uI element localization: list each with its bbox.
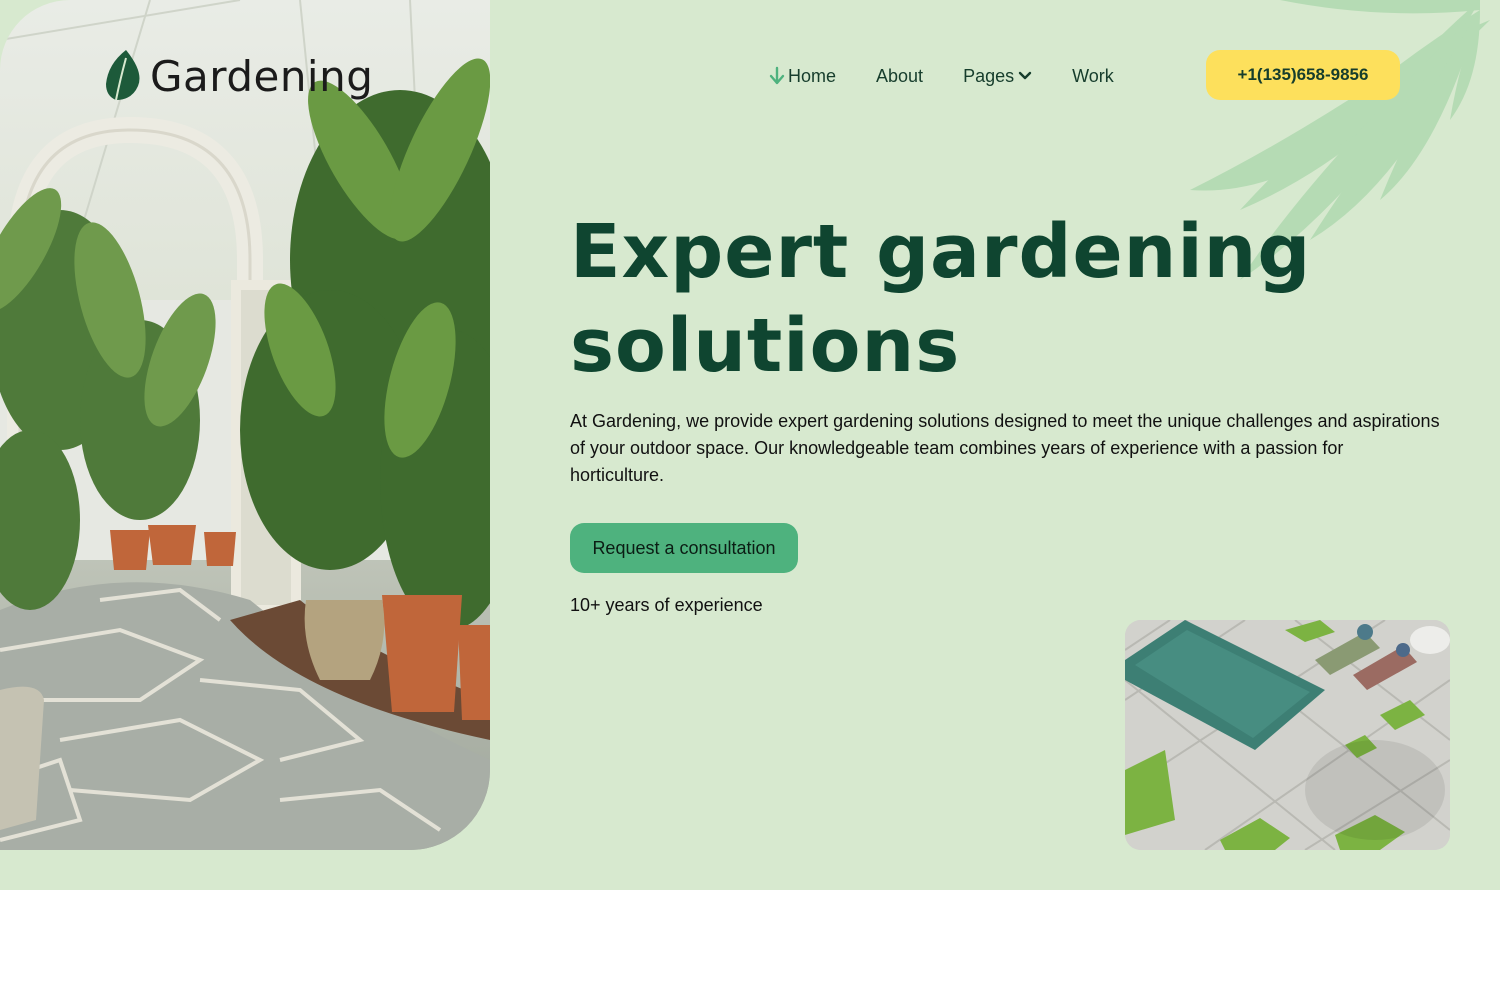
arrow-down-icon [768,66,786,86]
experience-text: 10+ years of experience [570,595,763,615]
nav-label: Work [1072,65,1114,86]
main-nav: Home About Pages Work [768,62,1154,90]
nav-item-work[interactable]: Work [1072,62,1114,90]
nav-label: About [876,65,924,86]
brand-logo[interactable]: Gardening [104,48,373,104]
headline-line-2: solutions [570,303,961,389]
chevron-down-icon [1018,71,1032,81]
hero-description: At Gardening, we provide expert gardenin… [570,411,1440,485]
nav-item-home[interactable]: Home [768,62,836,90]
nav-item-pages[interactable]: Pages [963,62,1032,90]
brand-name: Gardening [150,51,374,101]
nav-label: Pages [963,65,1015,86]
leaf-icon [106,50,140,101]
pool-image [1125,620,1450,850]
request-consultation-button[interactable]: Request a consultation [570,523,798,573]
greenhouse-image [0,0,490,850]
headline-line-1: Expert gardening [570,209,1312,295]
hero-section: Gardening Home About Pages Work +1(135)6… [0,0,1500,890]
nav-item-about[interactable]: About [876,62,923,90]
phone-button[interactable]: +1(135)658-9856 [1206,50,1400,100]
nav-label: Home [788,65,837,86]
hero-headline: Expert gardening solutions [570,205,1330,393]
